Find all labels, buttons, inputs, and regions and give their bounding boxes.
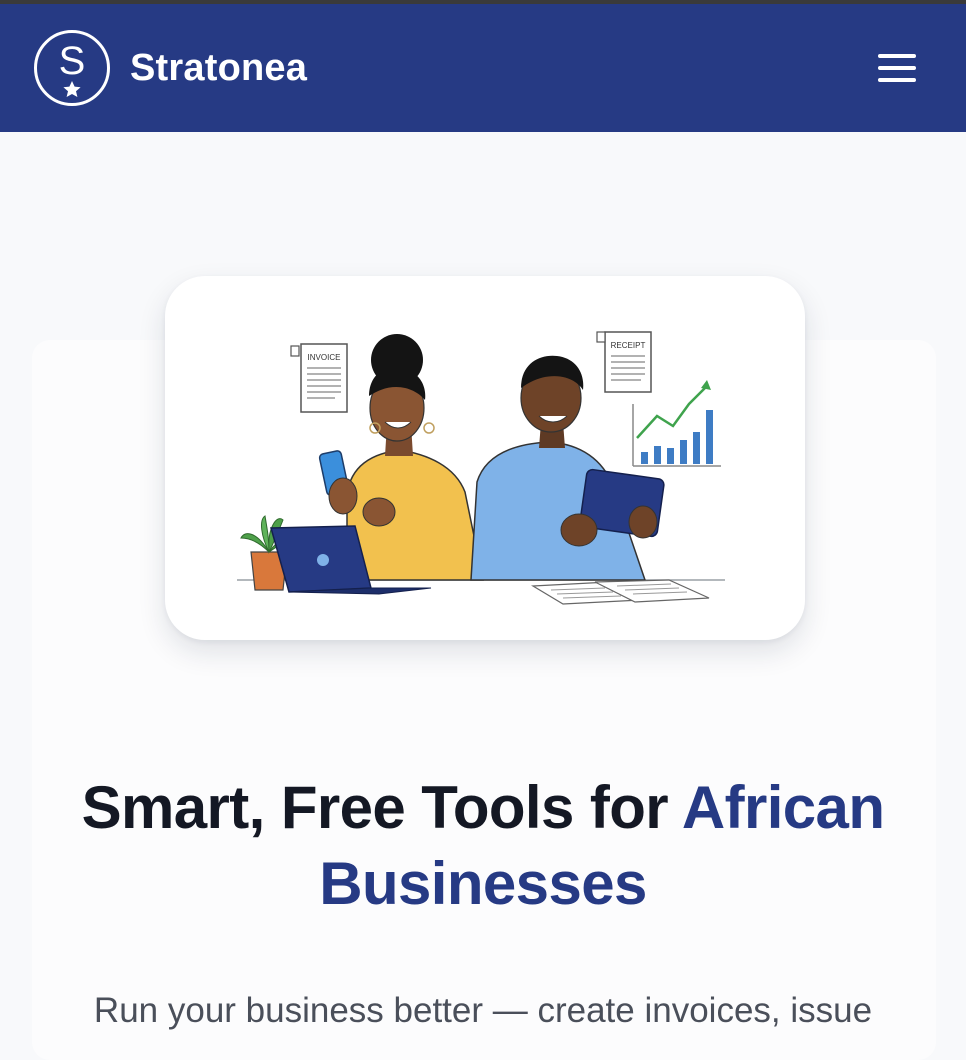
logo-icon: S: [34, 30, 110, 106]
papers-icon: [531, 579, 710, 605]
invoice-document-icon: INVOICE: [290, 343, 348, 413]
brand-name: Stratonea: [130, 46, 308, 89]
menu-bar: [878, 66, 916, 70]
brand-link[interactable]: S Stratonea: [34, 30, 307, 106]
headline-text: Smart, Free Tools for: [81, 774, 682, 841]
receipt-document-icon: RECEIPT: [596, 331, 652, 393]
hero-subtext: Run your business better — create invoic…: [93, 991, 873, 1030]
hero-headline: Smart, Free Tools for African Businesses: [40, 770, 926, 922]
logo-letter: S: [59, 39, 86, 83]
hero-illustration: INVOICE RECEIPT: [165, 276, 805, 640]
menu-bar: [878, 78, 916, 82]
hamburger-menu-icon[interactable]: [878, 51, 918, 85]
growth-chart-icon: [632, 380, 721, 467]
menu-bar: [878, 54, 916, 58]
invoice-label: INVOICE: [308, 353, 341, 362]
top-navbar: S Stratonea: [0, 4, 966, 132]
receipt-label: RECEIPT: [611, 341, 646, 350]
